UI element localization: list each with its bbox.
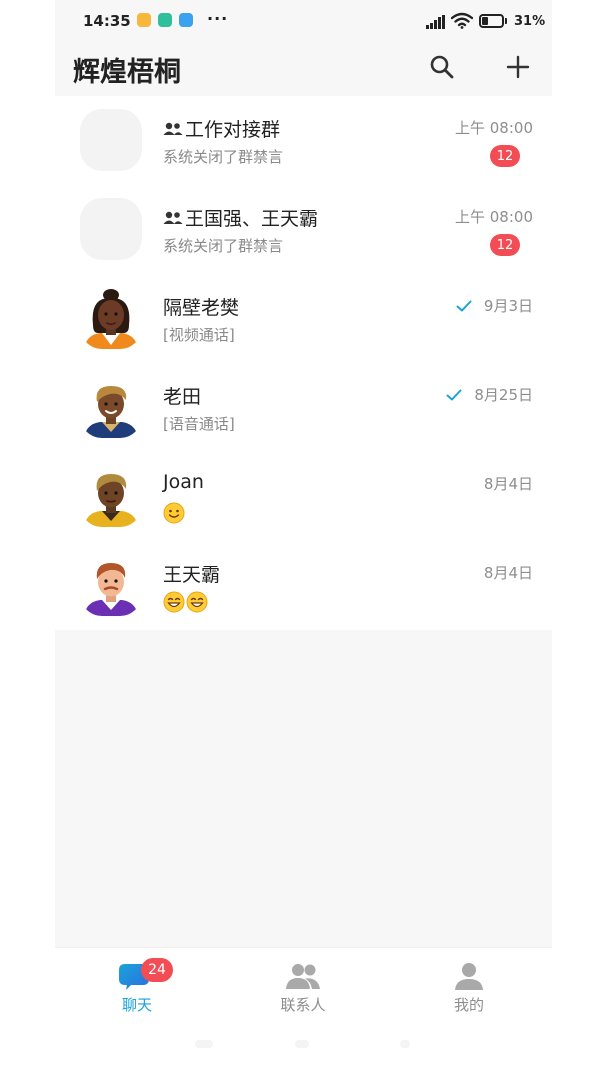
- wifi-icon: [450, 12, 474, 33]
- chat-time: 8月4日: [484, 562, 533, 583]
- chat-last-message: 系统关闭了群禁言: [163, 237, 284, 255]
- chat-last-message: 系统关闭了群禁言: [163, 148, 284, 166]
- avatar: [80, 376, 142, 438]
- chat-item-joan[interactable]: Joan 8月4日: [55, 452, 552, 541]
- add-button[interactable]: [503, 52, 533, 82]
- gesture-hint-left: [195, 1040, 213, 1048]
- signal-icon: [426, 14, 446, 33]
- notification-app-icon-2: [158, 13, 172, 27]
- chat-item-gebi-laofan[interactable]: 隔壁老樊 [视频通话] 9月3日: [55, 274, 552, 363]
- avatar: [80, 287, 142, 349]
- person-icon: [455, 963, 483, 990]
- read-check-icon: [456, 300, 472, 312]
- chat-last-message: [语音通话]: [163, 415, 235, 433]
- chat-title: 工作对接群: [163, 115, 280, 142]
- unread-badge: 12: [490, 145, 520, 167]
- nav-me-label: 我的: [453, 996, 484, 1014]
- chat-list: 工作对接群 系统关闭了群禁言 上午 08:00 12 王国强、王天霸 系统关闭了…: [55, 96, 552, 630]
- chat-name: 隔壁老樊: [163, 297, 240, 319]
- chat-time-text: 上午 08:00: [455, 208, 533, 226]
- chat-last-message: [163, 591, 209, 613]
- group-icon: [163, 210, 183, 226]
- nav-chat-label: 聊天: [121, 996, 152, 1014]
- chat-item-wang-tianba[interactable]: 王天霸 8月4日: [55, 541, 552, 630]
- battery-icon: [479, 14, 507, 28]
- more-notifications-icon: ···: [207, 9, 229, 28]
- nav-contacts-icon-wrap: [243, 960, 363, 992]
- chat-time-text: 8月25日: [474, 386, 533, 404]
- chat-time: 8月25日: [446, 384, 533, 405]
- chat-time: 9月3日: [456, 295, 533, 316]
- chat-time-text: 9月3日: [483, 297, 533, 315]
- nav-me[interactable]: 我的: [409, 960, 529, 1015]
- chat-name: 王国强、王天霸: [185, 208, 319, 230]
- chat-name: Joan: [163, 471, 204, 493]
- group-avatar: [80, 109, 142, 171]
- chat-title: 老田: [163, 382, 201, 409]
- bottom-nav: 24 聊天 联系人 我的: [55, 947, 552, 1081]
- status-time: 14:35: [83, 12, 131, 30]
- chat-item-work-group[interactable]: 工作对接群 系统关闭了群禁言 上午 08:00 12: [55, 96, 552, 185]
- gesture-hint-right: [400, 1040, 410, 1048]
- chat-title: Joan: [163, 471, 204, 493]
- chat-name: 工作对接群: [185, 119, 281, 141]
- chat-time: 8月4日: [484, 473, 533, 494]
- read-check-icon: [446, 389, 462, 401]
- chat-item-wang-group[interactable]: 王国强、王天霸 系统关闭了群禁言 上午 08:00 12: [55, 185, 552, 274]
- chat-time: 上午 08:00: [455, 117, 533, 138]
- group-icon: [163, 121, 183, 137]
- chat-name: 王天霸: [163, 564, 221, 586]
- chat-title: 隔壁老樊: [163, 293, 239, 320]
- nav-chat[interactable]: 24 聊天: [77, 958, 197, 1015]
- page-title: 辉煌梧桐: [73, 57, 181, 88]
- plus-icon: [506, 55, 530, 79]
- notification-app-icon-1: [137, 13, 151, 27]
- battery-percent: 31%: [514, 14, 546, 29]
- chat-item-laotian[interactable]: 老田 [语音通话] 8月25日: [55, 363, 552, 452]
- chat-name: 老田: [163, 386, 202, 408]
- unread-badge: 12: [490, 234, 520, 256]
- chat-time-text: 8月4日: [483, 564, 533, 582]
- chat-unread-badge: 24: [141, 958, 173, 982]
- smile-emoji-icon: [163, 502, 185, 524]
- chat-title: 王国强、王天霸: [163, 204, 318, 231]
- contacts-icon: [286, 964, 320, 989]
- nav-contacts-label: 联系人: [280, 996, 326, 1014]
- chat-time: 上午 08:00: [455, 206, 533, 227]
- nav-contacts[interactable]: 联系人: [243, 960, 363, 1015]
- grin-emoji-icon: [163, 591, 185, 613]
- chat-time-text: 上午 08:00: [455, 119, 533, 137]
- status-bar: 14:35 ··· 31%: [55, 0, 552, 40]
- app-screen: 14:35 ··· 31% 辉煌梧桐 工作对接群 系统关闭了群禁言 上午 08:…: [55, 0, 552, 1081]
- avatar: [80, 554, 142, 616]
- notification-app-icon-3: [179, 13, 193, 27]
- search-icon: [430, 55, 454, 79]
- chat-last-message: [视频通话]: [163, 326, 235, 344]
- avatar: [80, 465, 142, 527]
- search-button[interactable]: [427, 52, 457, 82]
- chat-time-text: 8月4日: [483, 475, 533, 493]
- group-avatar: [80, 198, 142, 260]
- nav-chat-icon-wrap: 24: [77, 958, 197, 992]
- chat-last-message: [163, 502, 186, 524]
- grin-emoji-icon: [186, 591, 208, 613]
- nav-me-icon-wrap: [409, 960, 529, 992]
- chat-title: 王天霸: [163, 560, 220, 587]
- app-header: 辉煌梧桐: [55, 40, 552, 96]
- gesture-hint-center: [295, 1040, 309, 1048]
